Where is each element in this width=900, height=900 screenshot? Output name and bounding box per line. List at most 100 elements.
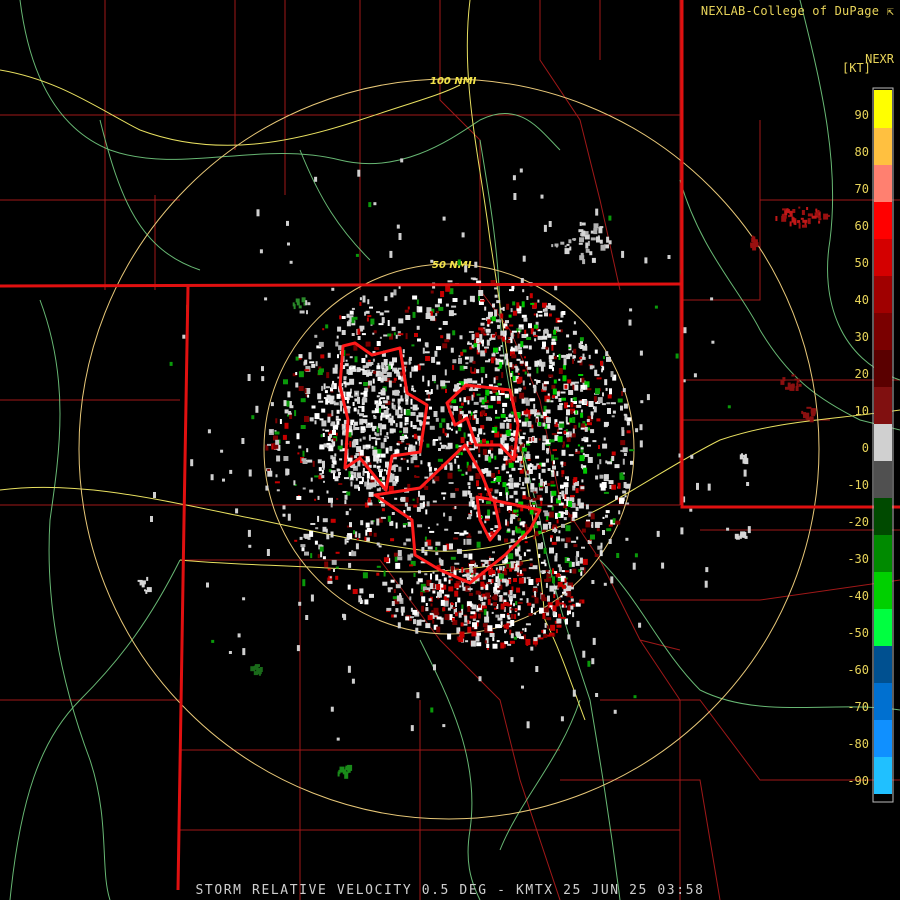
radar-pixel: [388, 380, 392, 388]
radar-pixel: [690, 454, 694, 459]
radar-pixel: [506, 359, 509, 366]
radar-pixel: [596, 528, 600, 532]
radar-pixel: [537, 543, 543, 550]
radar-pixel: [548, 313, 552, 317]
radar-pixel: [610, 402, 616, 405]
radar-pixel: [448, 462, 453, 465]
radar-pixel: [556, 519, 559, 524]
radar-pixel: [419, 363, 425, 366]
scale-units: [KT]: [842, 61, 871, 75]
radar-pixel: [468, 553, 473, 560]
radar-pixel: [373, 202, 377, 206]
radar-pixel: [344, 477, 349, 480]
radar-pixel: [545, 409, 551, 414]
radar-pixel: [429, 530, 435, 533]
radar-pixel: [523, 457, 526, 461]
radar-pixel: [561, 311, 566, 315]
radar-pixel: [503, 592, 508, 596]
radar-pixel: [542, 341, 546, 348]
radar-pixel: [495, 624, 501, 629]
radar-pixel: [381, 476, 385, 481]
radar-pixel: [546, 451, 549, 455]
radar-pixel: [461, 473, 465, 476]
radar-pixel: [433, 439, 438, 441]
radar-pixel: [452, 607, 456, 609]
radar-pixel: [430, 259, 434, 263]
radar-pixel: [380, 442, 385, 449]
radar-pixel: [444, 339, 450, 343]
radar-pixel: [352, 589, 358, 594]
radar-pixel: [564, 592, 568, 596]
radar-pixel: [523, 317, 528, 322]
radar-pixel: [329, 398, 334, 405]
radar-pixel: [282, 505, 286, 510]
radar-pixel: [550, 624, 556, 631]
radar-pixel: [340, 405, 343, 412]
radar-pixel: [513, 193, 517, 200]
radar-pixel: [552, 465, 556, 470]
radar-pixel: [383, 359, 388, 365]
radar-pixel: [551, 454, 554, 461]
radar-pixel: [471, 394, 474, 401]
radar-pixel: [359, 449, 364, 456]
radar-pixel: [570, 402, 574, 408]
radar-pixel: [527, 421, 532, 428]
radar-pixel: [489, 557, 494, 561]
radar-pixel: [620, 440, 626, 446]
radar-pixel: [433, 664, 436, 671]
radar-pixel: [459, 406, 464, 409]
radar-pixel: [581, 528, 586, 533]
radar-pixel: [433, 583, 436, 589]
radar-pixel: [798, 206, 801, 209]
radar-pixel: [566, 409, 570, 416]
radar-pixel: [554, 571, 558, 574]
radar-pixel: [510, 373, 513, 377]
radar-pixel: [582, 650, 586, 658]
radar-pixel: [298, 305, 302, 309]
radar-pixel: [380, 415, 383, 421]
radar-pixel: [622, 490, 627, 494]
radar-pixel: [507, 337, 510, 339]
radar-pixel: [304, 551, 309, 556]
radar-pixel: [519, 436, 525, 440]
radar-pixel: [572, 330, 577, 335]
radar-pixel: [516, 587, 521, 593]
radar-pixel: [482, 438, 486, 443]
radar-pixel: [817, 210, 820, 213]
radar-pixel: [582, 353, 585, 359]
radar-pixel: [608, 539, 612, 544]
radar-pixel: [561, 523, 565, 528]
radar-pixel: [554, 243, 559, 247]
radar-pixel: [486, 333, 490, 336]
radar-pixel: [374, 431, 377, 435]
radar-pixel: [412, 425, 417, 429]
radar-pixel: [538, 553, 541, 558]
radar-pixel: [301, 297, 306, 303]
radar-pixel: [563, 517, 567, 521]
radar-pixel: [416, 497, 419, 504]
scale-color-band: [874, 127, 892, 165]
radar-pixel: [458, 427, 462, 432]
radar-pixel: [520, 278, 524, 283]
radar-pixel: [150, 516, 153, 522]
radar-pixel: [438, 306, 444, 311]
radar-pixel: [391, 398, 395, 402]
radar-pixel: [436, 626, 441, 633]
radar-pixel: [398, 318, 404, 324]
radar-pixel: [640, 400, 644, 404]
radar-pixel: [467, 490, 470, 493]
radar-pixel: [509, 423, 512, 430]
radar-pixel: [427, 615, 433, 621]
radar-pixel: [580, 486, 585, 490]
radar-pixel: [333, 473, 335, 480]
radar-pixel: [448, 310, 454, 317]
radar-pixel: [332, 430, 336, 435]
radar-pixel: [258, 670, 261, 676]
radar-pixel: [376, 542, 380, 546]
radar-pixel: [392, 480, 397, 486]
radar-pixel: [572, 511, 578, 518]
radar-pixel: [553, 460, 555, 465]
radar-pixel: [339, 315, 342, 320]
radar-pixel: [493, 602, 497, 607]
radar-pixel: [511, 467, 516, 471]
